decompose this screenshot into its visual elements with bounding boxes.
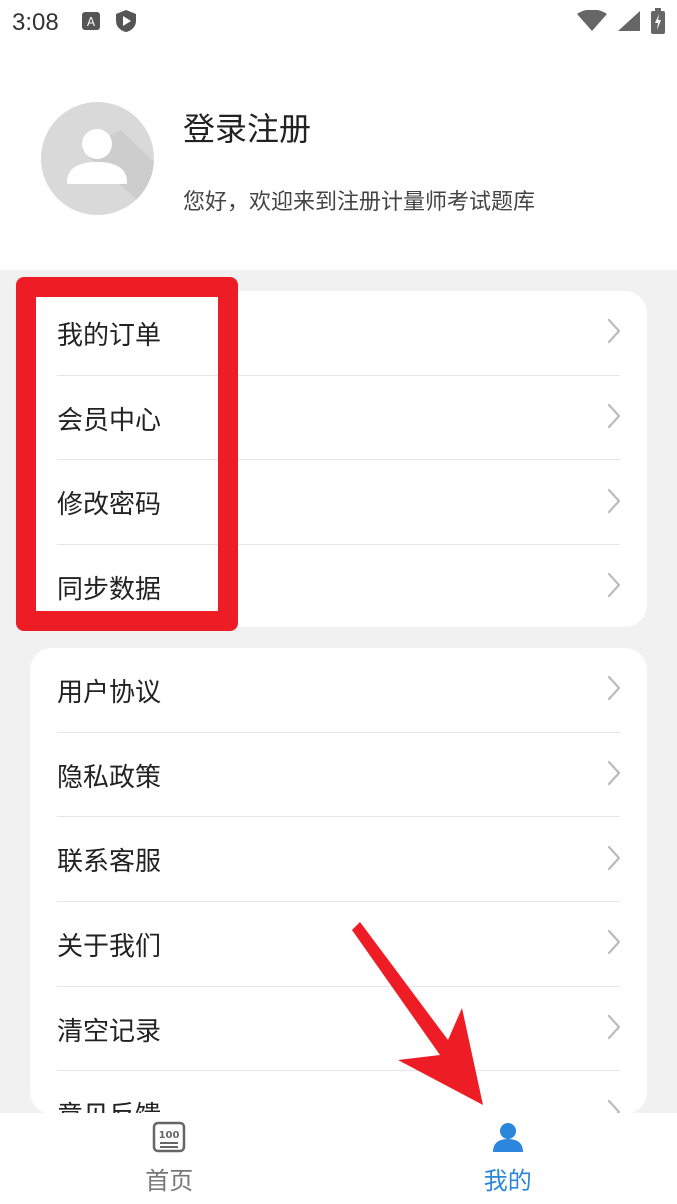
menu-item-user-agreement[interactable]: 用户协议 bbox=[30, 648, 647, 733]
menu-item-contact-support[interactable]: 联系客服 bbox=[30, 817, 647, 903]
login-register-title[interactable]: 登录注册 bbox=[183, 104, 311, 150]
menu-item-label: 关于我们 bbox=[57, 931, 162, 962]
menu-item-feedback[interactable]: 意见反馈 bbox=[30, 1071, 647, 1114]
play-shield-icon bbox=[115, 9, 137, 37]
bottom-nav: 100 首页 我的 bbox=[0, 1113, 677, 1204]
menu-item-label: 我的订单 bbox=[57, 320, 162, 351]
profile-header[interactable]: 登录注册 您好，欢迎来到注册计量师考试题库 bbox=[0, 46, 677, 270]
home-100-icon: 100 bbox=[152, 1121, 186, 1157]
chevron-right-icon bbox=[607, 845, 621, 875]
chevron-right-icon bbox=[607, 675, 621, 705]
menu-item-label: 同步数据 bbox=[57, 574, 162, 605]
chevron-right-icon bbox=[607, 1099, 621, 1114]
status-bar: 3:08 A bbox=[0, 0, 677, 46]
chevron-right-icon bbox=[607, 488, 621, 518]
chevron-right-icon bbox=[607, 1014, 621, 1044]
svg-text:A: A bbox=[87, 15, 96, 29]
chevron-right-icon bbox=[607, 572, 621, 602]
menu-item-label: 联系客服 bbox=[57, 847, 162, 878]
chevron-right-icon bbox=[607, 318, 621, 348]
menu-item-label: 修改密码 bbox=[57, 490, 162, 521]
chevron-right-icon bbox=[607, 929, 621, 959]
menu-item-my-orders[interactable]: 我的订单 bbox=[30, 291, 647, 376]
nav-tab-me[interactable]: 我的 bbox=[339, 1113, 677, 1204]
menu-item-change-password[interactable]: 修改密码 bbox=[30, 460, 647, 546]
nav-tab-label: 我的 bbox=[483, 1167, 532, 1195]
status-right-icons bbox=[577, 8, 665, 38]
menu-item-label: 用户协议 bbox=[57, 677, 162, 708]
signal-icon bbox=[617, 10, 641, 36]
svg-text:100: 100 bbox=[159, 1130, 180, 1141]
menu-item-sync-data[interactable]: 同步数据 bbox=[30, 545, 647, 627]
menu-item-label: 会员中心 bbox=[57, 405, 162, 436]
menu-item-label: 隐私政策 bbox=[57, 762, 162, 793]
battery-icon bbox=[651, 8, 665, 38]
chevron-right-icon bbox=[607, 403, 621, 433]
status-time: 3:08 bbox=[12, 9, 59, 36]
menu-item-clear-records[interactable]: 清空记录 bbox=[30, 987, 647, 1072]
menu-item-member-center[interactable]: 会员中心 bbox=[30, 376, 647, 461]
menu-item-privacy-policy[interactable]: 隐私政策 bbox=[30, 733, 647, 818]
status-notification-icons: A bbox=[81, 9, 137, 37]
avatar[interactable] bbox=[41, 102, 154, 215]
nav-tab-label: 首页 bbox=[145, 1167, 194, 1195]
person-icon bbox=[491, 1121, 525, 1157]
menu-item-label: 清空记录 bbox=[57, 1016, 162, 1047]
user-placeholder-icon bbox=[67, 129, 154, 215]
wifi-icon bbox=[577, 9, 607, 36]
settings-menu-card: 用户协议 隐私政策 联系客服 关于我们 清空记录 意见反馈 bbox=[30, 648, 647, 1114]
welcome-text: 您好，欢迎来到注册计量师考试题库 bbox=[183, 190, 536, 215]
menu-item-about-us[interactable]: 关于我们 bbox=[30, 902, 647, 987]
account-menu-card: 我的订单 会员中心 修改密码 同步数据 bbox=[30, 291, 647, 627]
menu-item-label: 意见反馈 bbox=[57, 1095, 161, 1114]
app-notification-icon: A bbox=[81, 11, 101, 35]
nav-tab-home[interactable]: 100 首页 bbox=[0, 1113, 339, 1204]
chevron-right-icon bbox=[607, 760, 621, 790]
